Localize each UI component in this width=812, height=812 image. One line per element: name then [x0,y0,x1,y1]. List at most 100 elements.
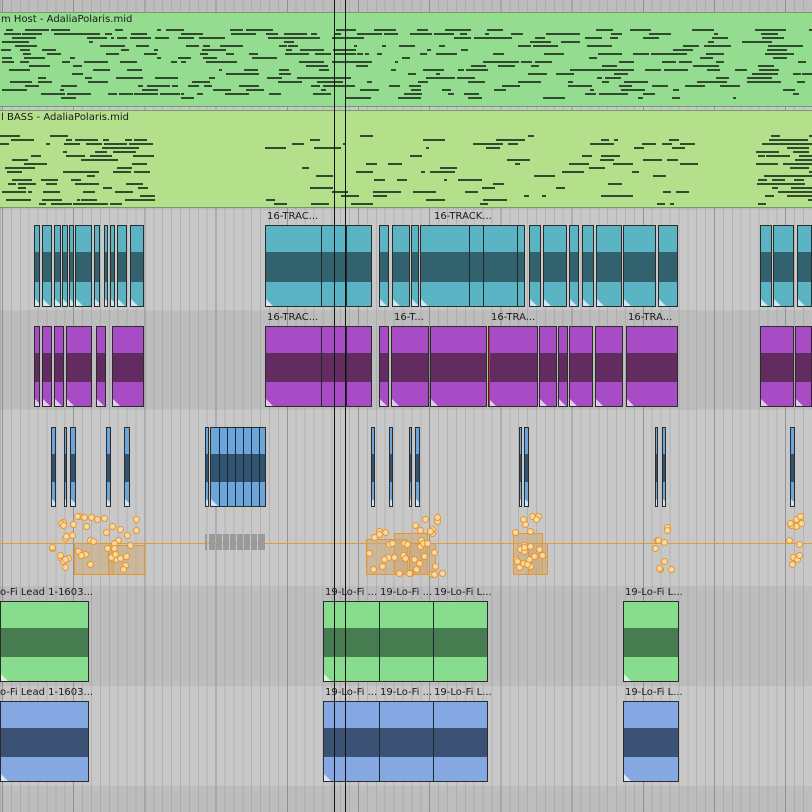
audio-clip-blue[interactable] [371,427,375,507]
midi-note [794,187,812,189]
audio-clip-purple-c[interactable] [488,326,538,407]
audio-clip-purple[interactable] [760,326,794,407]
audio-clip-teal[interactable] [94,225,100,307]
waveform [421,252,524,282]
audio-clip-teal[interactable] [596,225,622,307]
audio-clip-blue[interactable] [124,427,130,507]
midi-note [388,163,403,165]
audio-clip-teal[interactable] [75,225,92,307]
audio-clip-blue[interactable] [662,427,666,507]
audio-clip-teal[interactable] [773,225,794,307]
audio-clip-purple[interactable] [539,326,557,407]
audio-clip-blue[interactable] [64,427,67,507]
audio-clip-teal[interactable] [379,225,389,307]
audio-clip-purple[interactable] [42,326,52,407]
audio-clip-blue[interactable] [205,427,209,507]
audio-clip-teal[interactable] [42,225,52,307]
midi-note [373,179,385,181]
midi-note [309,139,321,141]
audio-clip-purple[interactable] [66,326,92,407]
audio-clip-purple[interactable] [54,326,64,407]
track-lane-1[interactable] [0,0,812,12]
audio-clip-purple[interactable] [795,326,812,407]
audio-clip-blue[interactable] [415,427,420,507]
audio-clip-purple[interactable] [626,326,678,407]
audio-clip-teal[interactable] [104,225,108,307]
clip-divider [227,428,228,506]
midi-note [396,179,407,181]
audio-clip-purple[interactable] [595,326,623,407]
audio-clip-blue[interactable] [389,427,393,507]
track-lane-5[interactable] [0,410,812,510]
midi-note [567,81,573,83]
audio-clip-teal[interactable] [110,225,115,307]
midi-note [125,139,132,141]
audio-clip-teal[interactable] [130,225,144,307]
audio-clip-purple[interactable] [430,326,487,407]
audio-clip-blue[interactable] [106,427,111,507]
audio-clip-purple[interactable] [96,326,106,407]
audio-clip-teal[interactable] [797,225,812,307]
audio-clip-purple[interactable] [558,326,568,407]
audio-clip-lofi[interactable] [323,701,488,782]
audio-clip-teal[interactable] [623,225,656,307]
waveform [70,252,73,282]
audio-clip-purple[interactable] [569,326,593,407]
waveform [489,352,537,383]
audio-clip-blue-lead[interactable] [0,701,89,782]
audio-clip-blue[interactable] [790,427,795,507]
audio-clip-purple[interactable] [379,326,389,407]
playhead-line[interactable] [345,0,346,812]
audio-clip-teal[interactable] [529,225,541,307]
clip-label-purple-d: 16-TRA... [628,312,673,323]
audio-clip-blue[interactable] [524,427,529,507]
audio-clip-blue[interactable] [70,427,76,507]
audio-clip-teal[interactable] [658,225,678,307]
midi-note [759,69,779,71]
audio-clip-teal[interactable] [34,225,40,307]
audio-clip-lofi[interactable] [623,601,679,682]
audio-clip-teal[interactable] [411,225,419,307]
audio-clip-lofi[interactable] [623,701,679,782]
audio-clip-blue[interactable] [51,427,56,507]
midi-note [84,61,105,63]
clip-divider [346,226,347,306]
audio-clip-green-lead[interactable] [0,601,89,682]
midi-note [758,203,767,205]
audio-clip-blue[interactable] [519,427,522,507]
audio-clip-teal[interactable] [392,225,410,307]
audio-clip-teal-a[interactable] [265,225,372,307]
audio-clip-purple[interactable] [112,326,144,407]
midi-note [51,203,73,205]
arrange-view[interactable]: m Host - AdaliaPolaris.mid l BASS - Adal… [0,0,812,812]
audio-clip-purple-a[interactable] [265,326,372,407]
audio-clip-purple[interactable] [34,326,40,407]
midi-clip-host[interactable]: m Host - AdaliaPolaris.mid [0,12,812,107]
clip-fade-handle [570,299,577,306]
midi-note [266,77,283,79]
audio-clip-teal[interactable] [69,225,74,307]
playhead-line[interactable] [334,0,335,812]
midi-note [17,187,27,189]
audio-clip-lofi[interactable] [323,601,488,682]
midi-note [525,45,531,47]
audio-clip-blue[interactable] [409,427,412,507]
audio-clip-teal[interactable] [543,225,567,307]
audio-clip-teal[interactable] [760,225,772,307]
track-lane-9[interactable] [0,786,812,812]
audio-clip-blue[interactable] [655,427,658,507]
audio-clip-blue-block[interactable] [210,427,266,507]
audio-clip-teal[interactable] [117,225,127,307]
clip-fade-handle [43,299,50,306]
clip-fade-handle [1,774,8,781]
audio-clip-teal[interactable] [569,225,579,307]
midi-clip-bass[interactable]: l BASS - AdaliaPolaris.mid [0,110,812,208]
clip-fade-handle [324,774,331,781]
audio-clip-teal[interactable] [582,225,594,307]
midi-note [679,143,695,145]
audio-clip-teal[interactable] [54,225,61,307]
midi-note [94,151,108,153]
audio-clip-purple[interactable] [391,326,429,407]
audio-clip-teal[interactable] [62,225,68,307]
audio-clip-teal-b[interactable] [420,225,525,307]
